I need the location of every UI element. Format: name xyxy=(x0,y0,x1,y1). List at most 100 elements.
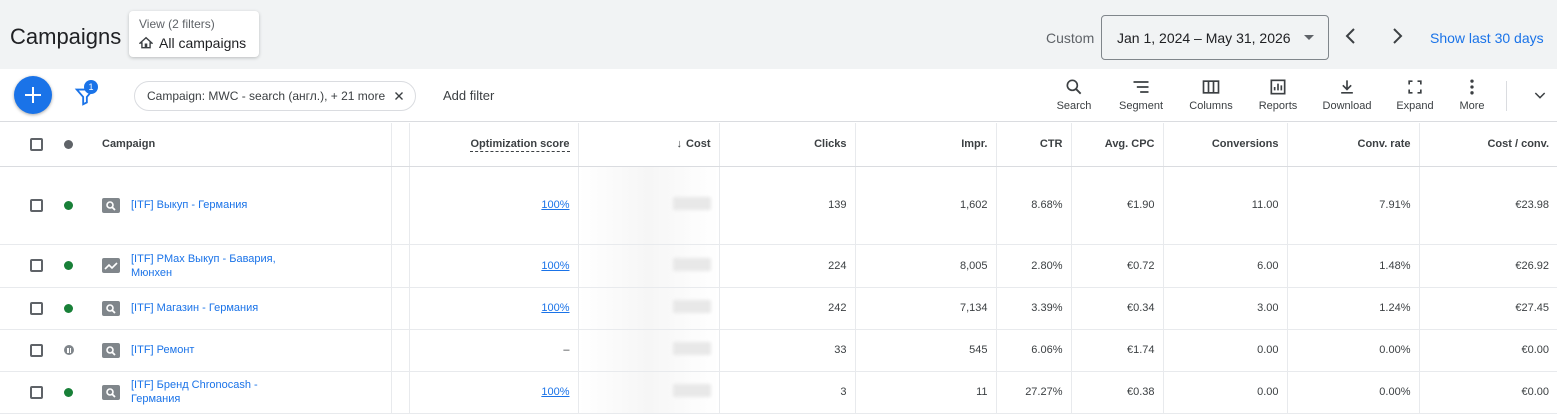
paused-status-icon[interactable] xyxy=(64,345,74,356)
campaign-name-link[interactable]: [ITF] Ремонт xyxy=(131,343,194,357)
clicks-header[interactable]: Clicks xyxy=(719,123,856,167)
enabled-status-icon[interactable] xyxy=(64,200,73,210)
show-last-30-days-link[interactable]: Show last 30 days xyxy=(1430,30,1544,46)
conv-rate-cell: 0.00% xyxy=(1287,329,1420,372)
columns-button[interactable]: Columns xyxy=(1184,77,1238,117)
enabled-status-icon[interactable] xyxy=(64,387,73,397)
optimization-score-header[interactable]: Optimization score xyxy=(409,123,579,167)
download-label: Download xyxy=(1322,100,1372,112)
conv-rate-header[interactable]: Conv. rate xyxy=(1287,123,1420,167)
chevron-left-icon[interactable] xyxy=(1339,24,1363,48)
search-campaign-icon xyxy=(102,197,120,213)
cost-cell xyxy=(578,166,720,245)
conversions-cell: 11.00 xyxy=(1163,166,1288,245)
reports-icon xyxy=(1270,79,1286,95)
more-button[interactable]: More xyxy=(1454,77,1490,117)
view-selector[interactable]: View (2 filters) All campaigns xyxy=(129,11,259,57)
clicks-cell: 224 xyxy=(719,244,856,288)
view-name: All campaigns xyxy=(159,35,247,51)
campaign-cell-content: [ITF] PMax Выкуп - Бавария, Мюнхен xyxy=(102,252,383,280)
enabled-status-icon[interactable] xyxy=(64,303,73,313)
arrow-down-icon: ↓ xyxy=(676,138,683,151)
impr-cell: 1,602 xyxy=(855,166,997,245)
row-checkbox[interactable] xyxy=(30,385,43,399)
segment-label: Segment xyxy=(1118,100,1164,112)
avg-cpc-cell: €0.38 xyxy=(1071,371,1164,414)
filter-chip-text: Campaign: MWC - search (англ.), + 21 mor… xyxy=(147,89,386,103)
columns-label: Columns xyxy=(1189,100,1233,112)
campaign-name-link[interactable]: [ITF] Выкуп - Германия xyxy=(131,198,247,212)
avg-cpc-cell: €1.90 xyxy=(1071,166,1164,245)
conv-rate-cell: 0.00% xyxy=(1287,371,1420,414)
row-checkbox[interactable] xyxy=(30,301,43,315)
table-row: [ITF] Ремонт – 33 545 6.06% €1.74 0.00 0… xyxy=(0,329,1557,372)
row-checkbox[interactable] xyxy=(30,198,43,212)
spacer-cell xyxy=(391,329,410,372)
optimization-score-link[interactable]: 100% xyxy=(541,260,569,272)
row-checkbox[interactable] xyxy=(30,343,43,357)
row-checkbox[interactable] xyxy=(30,259,43,272)
spacer-header xyxy=(391,123,410,167)
conversions-cell: 6.00 xyxy=(1163,244,1288,288)
cost-header[interactable]: ↓ Cost xyxy=(578,123,720,167)
row-select-cell xyxy=(0,329,50,372)
spacer-cell xyxy=(391,166,410,245)
enabled-status-icon[interactable] xyxy=(64,261,73,271)
campaign-name-link[interactable]: [ITF] Бренд Chronocash - Германия xyxy=(131,378,291,406)
reports-button[interactable]: Reports xyxy=(1253,77,1303,117)
cost-value-redacted xyxy=(672,384,711,397)
clicks-cell: 139 xyxy=(719,166,856,245)
filter-chip[interactable]: Campaign: MWC - search (англ.), + 21 mor… xyxy=(134,81,416,111)
cost-conv-header[interactable]: Cost / conv. xyxy=(1419,123,1557,167)
avg-cpc-header[interactable]: Avg. CPC xyxy=(1071,123,1164,167)
search-label: Search xyxy=(1056,100,1092,112)
segment-button[interactable]: Segment xyxy=(1114,77,1168,117)
campaign-cell: [ITF] Выкуп - Германия xyxy=(94,166,392,245)
row-select-cell xyxy=(0,371,50,414)
date-range-picker[interactable]: Jan 1, 2024 – May 31, 2026 xyxy=(1101,15,1329,60)
pmax-campaign-icon xyxy=(102,258,120,273)
spacer-cell xyxy=(391,244,410,288)
select-all-checkbox[interactable] xyxy=(30,137,43,151)
cost-conv-cell: €26.92 xyxy=(1419,244,1557,288)
optimization-score-cell: – xyxy=(409,329,579,372)
segment-icon xyxy=(1133,81,1149,93)
chevron-right-icon[interactable] xyxy=(1385,24,1409,48)
chevron-down-icon[interactable] xyxy=(1532,87,1548,103)
optimization-score-link[interactable]: 100% xyxy=(541,199,569,211)
campaign-name-link[interactable]: [ITF] Магазин - Германия xyxy=(131,301,258,315)
expand-icon xyxy=(1408,80,1422,94)
optimization-score-cell: 100% xyxy=(409,244,579,288)
campaign-cell: [ITF] PMax Выкуп - Бавария, Мюнхен xyxy=(94,244,392,288)
search-campaign-icon xyxy=(102,342,120,358)
download-button[interactable]: Download xyxy=(1318,77,1376,117)
ctr-header[interactable]: CTR xyxy=(996,123,1072,167)
campaign-cell-content: [ITF] Выкуп - Германия xyxy=(102,197,383,213)
ctr-cell: 6.06% xyxy=(996,329,1072,372)
cost-conv-cell: €0.00 xyxy=(1419,329,1557,372)
expand-button[interactable]: Expand xyxy=(1392,77,1438,117)
impr-cell: 8,005 xyxy=(855,244,997,288)
reports-label: Reports xyxy=(1258,100,1298,112)
cost-conv-cell: €23.98 xyxy=(1419,166,1557,245)
row-status-cell xyxy=(50,371,94,414)
search-campaign-icon xyxy=(102,300,120,316)
conversions-header[interactable]: Conversions xyxy=(1163,123,1288,167)
filter-count-badge: 1 xyxy=(84,80,98,94)
add-campaign-button[interactable] xyxy=(14,76,52,114)
campaign-header[interactable]: Campaign xyxy=(94,123,392,167)
optimization-score-link[interactable]: 100% xyxy=(541,302,569,314)
campaign-name-link[interactable]: [ITF] PMax Выкуп - Бавария, Мюнхен xyxy=(131,252,291,280)
impr-header[interactable]: Impr. xyxy=(855,123,997,167)
search-button[interactable]: Search xyxy=(1052,77,1096,117)
cost-cell xyxy=(578,287,720,330)
cost-value-redacted xyxy=(672,257,711,271)
optimization-score-header-label: Optimization score xyxy=(470,138,570,153)
cost-value-redacted xyxy=(672,342,711,355)
add-filter-button[interactable]: Add filter xyxy=(443,88,494,103)
cost-value-redacted xyxy=(672,197,711,210)
close-icon[interactable] xyxy=(392,89,406,103)
optimization-score-link[interactable]: 100% xyxy=(541,386,569,398)
row-status-cell xyxy=(50,287,94,330)
table-header-row: Campaign Optimization score ↓ Cost Clicks… xyxy=(0,123,1557,167)
